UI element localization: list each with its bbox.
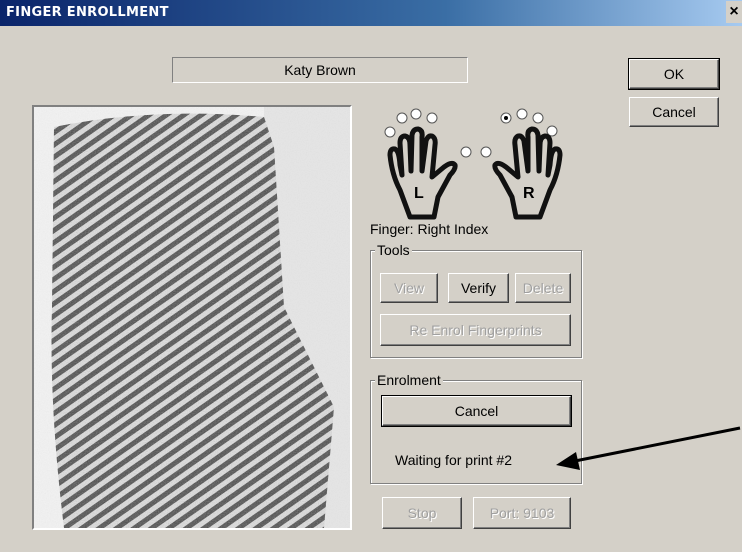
right-ring-radio[interactable]: [532, 112, 544, 124]
enrolment-status-text: Waiting for print #2: [395, 452, 512, 468]
left-thumb-radio[interactable]: [460, 146, 472, 158]
right-index-selected-dot: [504, 116, 508, 120]
user-name-display: Katy Brown: [172, 57, 468, 83]
cancel-button[interactable]: Cancel: [629, 97, 719, 127]
verify-button[interactable]: Verify: [448, 273, 509, 303]
view-button[interactable]: View: [380, 273, 438, 303]
left-middle-radio[interactable]: [410, 108, 422, 120]
left-index-radio[interactable]: [426, 112, 438, 124]
right-hand-letter: R: [523, 185, 535, 202]
enrolment-cancel-button[interactable]: Cancel: [381, 395, 572, 427]
hands-finger-selector: L R: [384, 108, 563, 220]
ok-button[interactable]: OK: [628, 58, 720, 90]
enrolment-group-label: Enrolment: [375, 372, 443, 388]
annotation-arrow-icon: [556, 426, 741, 470]
title-bar: FINGER ENROLLMENT ×: [0, 0, 742, 26]
right-middle-radio[interactable]: [516, 108, 528, 120]
stop-button[interactable]: Stop: [382, 497, 462, 529]
left-pinky-radio[interactable]: [384, 126, 396, 138]
window-title: FINGER ENROLLMENT: [6, 5, 169, 20]
tools-group-label: Tools: [375, 242, 412, 258]
fingerprint-image: [32, 105, 352, 530]
delete-button[interactable]: Delete: [515, 273, 571, 303]
close-icon[interactable]: ×: [726, 1, 742, 23]
selected-finger-label: Finger: Right Index: [370, 221, 489, 237]
left-hand-letter: L: [414, 185, 424, 202]
left-hand-icon: [387, 126, 458, 220]
port-button[interactable]: Port: 9103: [473, 497, 571, 529]
left-ring-radio[interactable]: [396, 112, 408, 124]
fingerprint-scan: [34, 107, 350, 528]
re-enrol-button[interactable]: Re Enrol Fingerprints: [380, 314, 571, 346]
right-thumb-radio[interactable]: [480, 146, 492, 158]
right-hand-icon: [492, 126, 563, 220]
